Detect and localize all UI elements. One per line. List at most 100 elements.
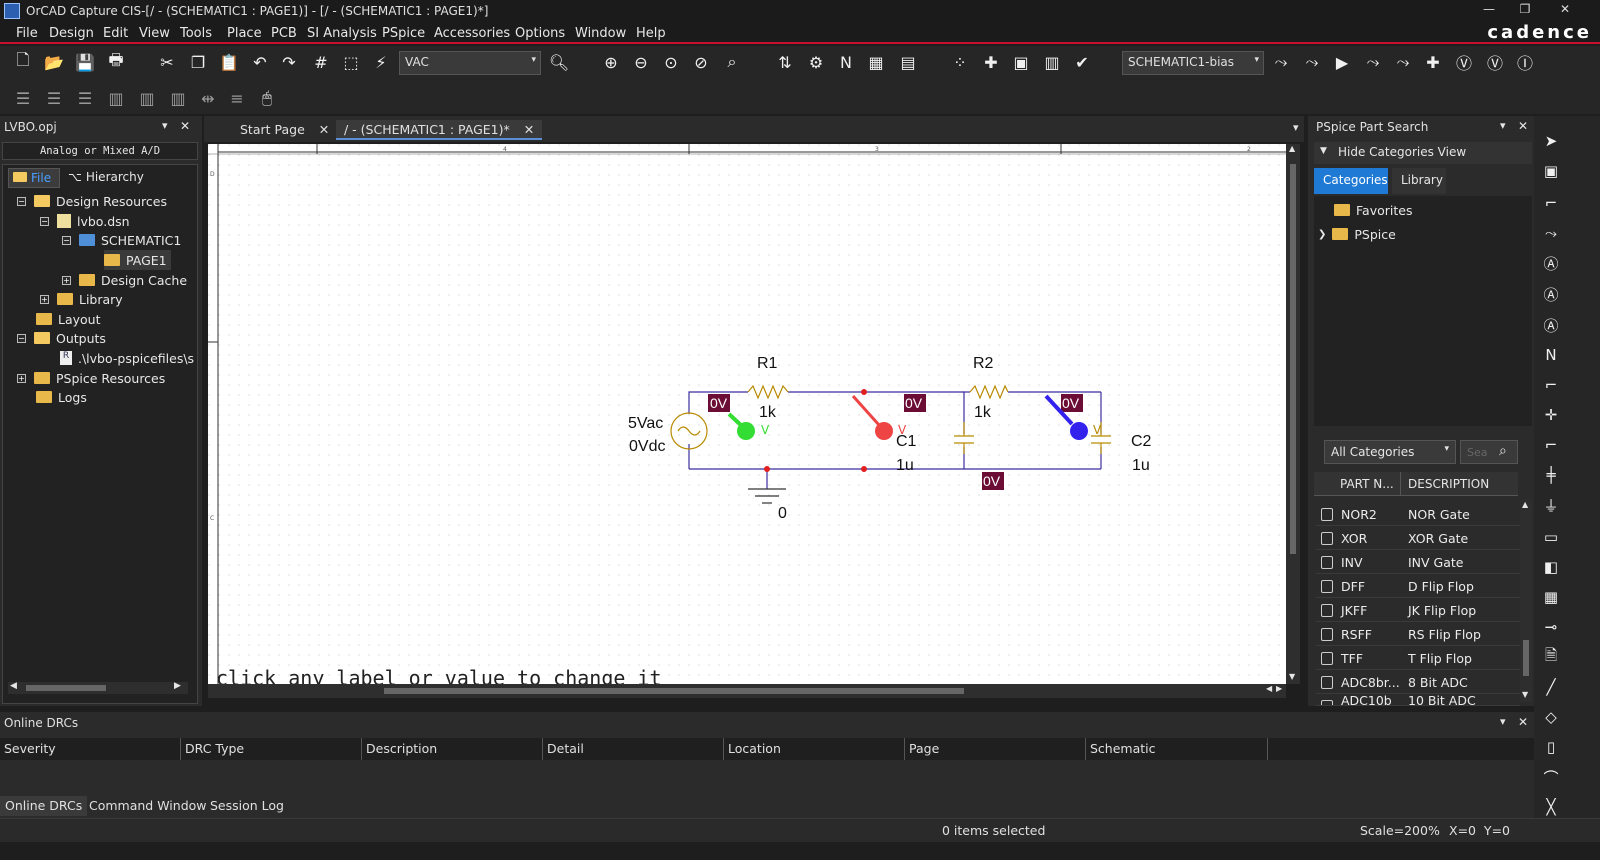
tab-hierarchy[interactable]: ⌥ Hierarchy <box>64 168 144 188</box>
panel-dropdown-icon[interactable]: ▾ <box>1500 119 1506 132</box>
category-favorites[interactable]: Favorites <box>1334 200 1412 220</box>
part-row[interactable]: INV INV Gate <box>1316 551 1520 574</box>
close-window-button[interactable]: ✕ <box>1548 2 1582 20</box>
place-ellipse-icon[interactable]: ⌒ <box>1538 764 1564 790</box>
panel-dropdown-icon[interactable]: ▾ <box>162 119 168 132</box>
tree-outputs[interactable]: − Outputs <box>17 328 106 348</box>
zoom-all-icon[interactable]: ⊘ <box>688 49 714 75</box>
horizontal-scroll-thumb[interactable] <box>384 688 964 694</box>
new-part-icon[interactable]: ✚ <box>978 49 1004 75</box>
close-tab-icon[interactable]: ✕ <box>319 122 329 137</box>
source-amplitude[interactable]: 5Vac <box>628 415 663 432</box>
place-pin-icon[interactable]: ▦ <box>1538 584 1564 610</box>
tree-design-resources[interactable]: − Design Resources <box>17 191 167 211</box>
menu-pspice[interactable]: PSpice <box>382 26 425 41</box>
place-arc-icon[interactable]: ╳ <box>1538 794 1564 820</box>
netlist-icon[interactable]: N <box>833 49 859 75</box>
c1-value[interactable]: 1u <box>896 457 914 474</box>
search-icon[interactable]: ⌕ <box>1499 443 1507 459</box>
place-part-icon[interactable]: ▣ <box>1538 158 1564 184</box>
column-part-name[interactable]: PART N... <box>1340 477 1394 491</box>
align-top-icon[interactable]: ▥ <box>103 85 129 111</box>
part-row[interactable]: DFF D Flip Flop <box>1316 575 1520 598</box>
auto-wire-icon[interactable]: ⤳ <box>1538 220 1564 246</box>
add-marker-icon[interactable]: ✚ <box>1420 49 1446 75</box>
collapse-icon[interactable]: − <box>17 333 26 343</box>
tree-logs[interactable]: Logs <box>36 387 87 407</box>
simulation-profile-combo[interactable]: SCHEMATIC1-bias ▾ <box>1122 51 1264 75</box>
r1-value[interactable]: 1k <box>759 404 777 421</box>
voltage-marker-3[interactable]: 0V <box>1061 394 1083 412</box>
paste-icon[interactable]: 📋 <box>216 49 242 75</box>
category-filter-select[interactable]: All Categories ▾ <box>1324 440 1456 464</box>
tree-design-cache[interactable]: + Design Cache <box>62 270 187 290</box>
panel-dropdown-icon[interactable]: ▾ <box>1500 715 1506 728</box>
place-bus-entry-icon[interactable]: ⌐ <box>1538 372 1564 398</box>
collapse-icon[interactable]: − <box>40 216 49 226</box>
zoom-in-icon[interactable]: ⊕ <box>598 49 624 75</box>
tree-lvbo-dsn[interactable]: − lvbo.dsn <box>40 211 130 231</box>
tab-start-page[interactable]: Start Page ✕ <box>232 120 337 140</box>
column-drc-type[interactable]: DRC Type <box>181 738 362 760</box>
run-icon[interactable]: ▶ <box>1329 49 1355 75</box>
scroll-up-icon[interactable]: ▲ <box>1522 500 1528 509</box>
save-icon[interactable]: 💾 <box>72 49 98 75</box>
distribute-horizontal-icon[interactable]: ⇹ <box>195 85 221 111</box>
zoom-out-icon[interactable]: ⊖ <box>628 49 654 75</box>
part-editor-icon[interactable]: ▣ <box>1008 49 1034 75</box>
place-junction-icon[interactable]: ✛ <box>1538 402 1564 428</box>
column-detail[interactable]: Detail <box>543 738 724 760</box>
scroll-down-icon[interactable]: ▼ <box>1289 672 1295 681</box>
menu-help[interactable]: Help <box>636 26 666 41</box>
panel-close-icon[interactable]: ✕ <box>180 119 190 133</box>
expand-arrow-icon[interactable]: ❯ <box>1318 229 1326 240</box>
parts-vertical-scrollbar[interactable]: ▲ ▼ <box>1520 500 1532 702</box>
menu-place[interactable]: Place <box>227 26 262 41</box>
print-icon[interactable]: 🖶 <box>103 49 129 75</box>
part-row[interactable]: ADC10b 10 Bit ADC <box>1316 695 1520 706</box>
expand-icon[interactable]: + <box>17 373 26 383</box>
c2-value[interactable]: 1u <box>1132 457 1150 474</box>
schematic-canvas[interactable]: 4 3 2 D C R1 1k R2 1k C1 1u C2 1u 5Vac 0… <box>208 144 1286 684</box>
place-port-icon[interactable]: ◧ <box>1538 554 1564 580</box>
distribute-vertical-icon[interactable]: ≡ <box>224 85 250 111</box>
panel-close-icon[interactable]: ✕ <box>1518 119 1528 133</box>
scroll-right-icon[interactable]: ▶ <box>174 681 181 691</box>
place-wire-icon[interactable]: ⌐ <box>1538 190 1564 216</box>
open-folder-icon[interactable]: 📂 <box>41 49 67 75</box>
tab-file[interactable]: File <box>8 168 60 188</box>
canvas-vertical-scrollbar[interactable]: ▲ ▼ <box>1286 144 1300 684</box>
align-center-icon[interactable]: ☰ <box>41 85 67 111</box>
menu-tools[interactable]: Tools <box>180 26 212 41</box>
voltage-marker-2[interactable]: 0V <box>904 394 926 412</box>
snap-grid-icon[interactable]: ⬚ <box>338 49 364 75</box>
menu-accessories[interactable]: Accessories <box>434 26 510 41</box>
voltage-marker-4[interactable]: 0V <box>982 472 1004 490</box>
place-net-group-icon[interactable]: Ⓐ <box>1538 281 1564 307</box>
tree-schematic1[interactable]: − SCHEMATIC1 <box>62 230 181 250</box>
check-icon[interactable]: ✔ <box>1069 49 1095 75</box>
place-net-alias-icon[interactable]: Ⓐ <box>1538 250 1564 276</box>
source-dc[interactable]: 0Vdc <box>629 438 665 455</box>
back-annotate-icon[interactable]: ⚙ <box>803 49 829 75</box>
menu-design[interactable]: Design <box>49 26 94 41</box>
canvas-horizontal-scrollbar[interactable]: ◀ ▶ <box>208 684 1286 698</box>
column-schematic[interactable]: Schematic <box>1086 738 1268 760</box>
collapse-icon[interactable]: − <box>62 235 71 245</box>
column-description[interactable]: Description <box>362 738 543 760</box>
vertical-scroll-thumb[interactable] <box>1290 164 1296 554</box>
align-bottom-icon[interactable]: ▥ <box>165 85 191 111</box>
part-row[interactable]: XOR XOR Gate <box>1316 527 1520 550</box>
schematic-drawing[interactable]: 4 3 2 D C R1 1k R2 1k C1 1u C2 1u 5Vac 0… <box>208 144 1286 684</box>
scroll-right-icon[interactable]: ▶ <box>1276 684 1282 693</box>
part-row[interactable]: TFF T Flip Flop <box>1316 647 1520 670</box>
tree-pspice-resources[interactable]: + PSpice Resources <box>17 368 165 388</box>
menu-pcb[interactable]: PCB <box>271 26 297 41</box>
place-off-page-icon[interactable]: ⊸ <box>1538 614 1564 640</box>
tree-horizontal-scrollbar[interactable]: ◀ ▶ <box>8 681 188 694</box>
new-icon[interactable]: 🗋 <box>10 49 36 75</box>
hide-categories-toggle[interactable]: ▼ Hide Categories View <box>1314 142 1532 164</box>
undo-icon[interactable]: ↶ <box>247 49 273 75</box>
r2-name[interactable]: R2 <box>973 355 994 372</box>
tree-scroll-thumb[interactable] <box>26 685 106 691</box>
